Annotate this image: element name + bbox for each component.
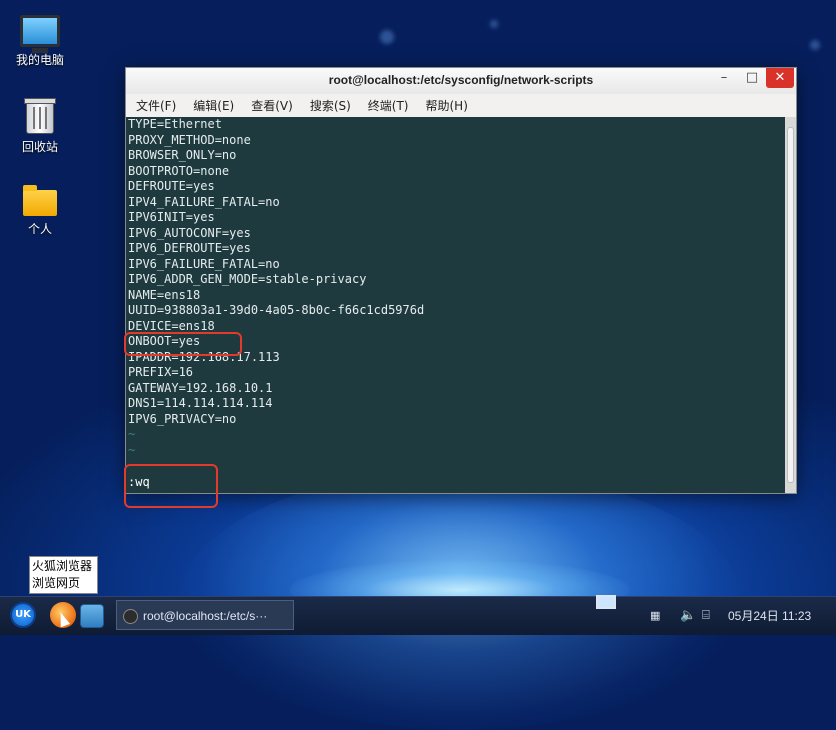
network-icon[interactable]: ⌸ [702, 597, 710, 635]
terminal-icon [123, 609, 138, 624]
file-manager-icon[interactable] [80, 604, 104, 628]
scrollbar[interactable] [785, 117, 796, 493]
terminal-line: IPV4_FAILURE_FATAL=no [128, 194, 280, 209]
highlight-onboot [124, 332, 242, 356]
terminal-line: PREFIX=16 [128, 365, 194, 379]
bokeh [810, 40, 820, 50]
terminal-line: IPV6_DEFROUTE=yes [128, 241, 251, 255]
terminal-line: DNS1=114.114.114.114 [128, 396, 273, 410]
terminal-line: IPV6_AUTOCONF=yes [128, 225, 251, 240]
terminal-line: GATEWAY=192.168.10.1 [128, 380, 273, 395]
bokeh [380, 30, 394, 44]
desktop-icon-label: 个人 [27, 222, 52, 236]
menu-help[interactable]: 帮助(H) [426, 97, 468, 114]
trash-icon [24, 98, 56, 134]
taskbar: UK root@localhost:/etc/s··· ▦ 🔈 ⌸ 05月24日… [0, 595, 836, 635]
terminal-line: UUID=938803a1-39d0-4a05-8b0c-f66c1cd5976… [128, 303, 425, 317]
terminal-line: BROWSER_ONLY=no [128, 148, 237, 162]
menu-file[interactable]: 文件(F) [136, 97, 176, 114]
terminal-line: TYPE=Ethernet [128, 117, 222, 131]
tooltip-desc: 浏览网页 [32, 576, 81, 590]
maximize-icon[interactable]: □ [738, 68, 766, 88]
clock[interactable]: 05月24日 11:23 [728, 597, 811, 635]
taskbar-task-label: root@localhost:/etc/s··· [143, 609, 268, 623]
menubar: 文件(F) 编辑(E) 查看(V) 搜索(S) 终端(T) 帮助(H) [126, 94, 796, 116]
volume-icon[interactable]: 🔈 [680, 597, 696, 635]
terminal-line: IPV6INIT=yes [128, 210, 215, 224]
terminal-line: PROXY_METHOD=none [128, 132, 251, 147]
terminal-line: NAME=ens18 [128, 287, 201, 302]
terminal-line: IPV6_PRIVACY=no [128, 411, 237, 426]
terminal-line: BOOTPROTO=none [128, 163, 230, 178]
folder-icon [23, 185, 57, 216]
start-menu-icon[interactable]: UK [10, 602, 36, 628]
terminal-line: DEFROUTE=yes [128, 179, 215, 193]
desktop-icon-trash[interactable]: 回收站 [5, 98, 75, 155]
show-desktop-icon[interactable] [596, 595, 616, 609]
highlight-command [124, 464, 218, 508]
tooltip-title: 火狐浏览器 [32, 559, 93, 573]
desktop-icon-computer[interactable]: 我的电脑 [5, 15, 75, 68]
taskbar-terminal-button[interactable]: root@localhost:/etc/s··· [116, 600, 294, 630]
tooltip: 火狐浏览器 浏览网页 [29, 556, 98, 594]
terminal-window[interactable]: root@localhost:/etc/sysconfig/network-sc… [125, 67, 797, 494]
window-titlebar[interactable]: root@localhost:/etc/sysconfig/network-sc… [126, 68, 796, 94]
menu-terminal[interactable]: 终端(T) [368, 97, 409, 114]
terminal-empty-line: ~ [128, 442, 136, 457]
computer-icon [20, 15, 60, 53]
close-icon[interactable]: ✕ [766, 68, 794, 88]
keyboard-icon[interactable]: ▦ [650, 597, 660, 635]
minimize-icon[interactable]: – [710, 68, 738, 88]
terminal-line: IPV6_FAILURE_FATAL=no [128, 256, 280, 271]
menu-view[interactable]: 查看(V) [251, 97, 293, 114]
menu-search[interactable]: 搜索(S) [310, 97, 351, 114]
menu-edit[interactable]: 编辑(E) [193, 97, 234, 114]
window-title: root@localhost:/etc/sysconfig/network-sc… [328, 73, 594, 87]
bokeh [490, 20, 498, 28]
terminal-empty-line: ~ [128, 427, 136, 441]
terminal-area[interactable]: TYPE=Ethernet PROXY_METHOD=none BROWSER_… [126, 117, 785, 493]
desktop-icon-label: 我的电脑 [15, 53, 64, 67]
desktop-icon-label: 回收站 [21, 140, 58, 154]
desktop-icon-home[interactable]: 个人 [5, 185, 75, 237]
scrollbar-thumb[interactable] [787, 127, 794, 483]
terminal-line: IPV6_ADDR_GEN_MODE=stable-privacy [128, 272, 367, 286]
